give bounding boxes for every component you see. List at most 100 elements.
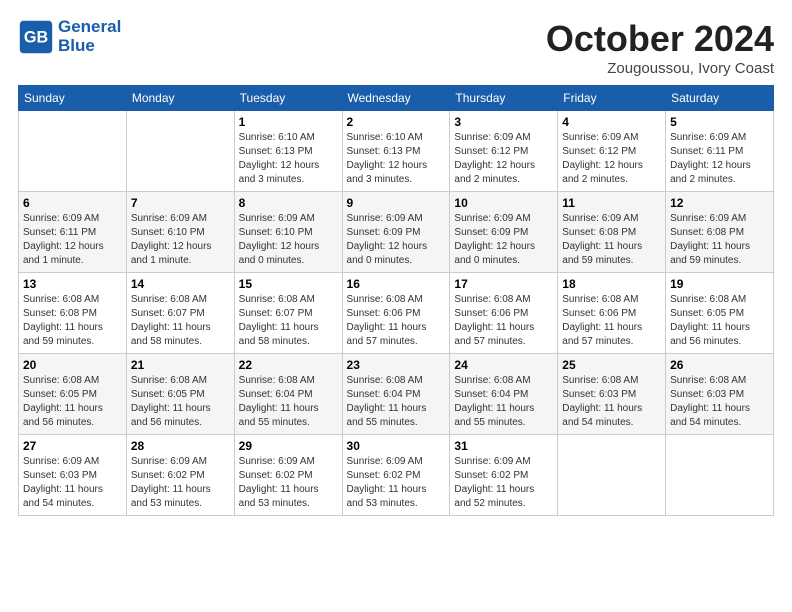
day-info: Sunrise: 6:08 AMSunset: 6:06 PMDaylight:… <box>562 293 661 349</box>
logo-line1: General <box>58 18 121 37</box>
day-number: 17 <box>454 277 553 291</box>
day-info: Sunrise: 6:09 AMSunset: 6:03 PMDaylight:… <box>23 455 122 511</box>
calendar-cell: 23 Sunrise: 6:08 AMSunset: 6:04 PMDayligh… <box>342 354 450 435</box>
calendar-cell: 8 Sunrise: 6:09 AMSunset: 6:10 PMDaylight… <box>234 192 342 273</box>
day-info: Sunrise: 6:09 AMSunset: 6:09 PMDaylight:… <box>454 212 553 268</box>
weekday-header-row: SundayMondayTuesdayWednesdayThursdayFrid… <box>19 86 774 111</box>
day-info: Sunrise: 6:09 AMSunset: 6:02 PMDaylight:… <box>131 455 230 511</box>
calendar-cell: 22 Sunrise: 6:08 AMSunset: 6:04 PMDayligh… <box>234 354 342 435</box>
day-info: Sunrise: 6:09 AMSunset: 6:02 PMDaylight:… <box>239 455 338 511</box>
calendar-cell <box>558 435 666 516</box>
day-info: Sunrise: 6:08 AMSunset: 6:03 PMDaylight:… <box>562 374 661 430</box>
logo-icon: GB <box>18 19 54 55</box>
day-info: Sunrise: 6:08 AMSunset: 6:04 PMDaylight:… <box>239 374 338 430</box>
calendar-cell: 14Sunrise: 6:08 AMSunset: 6:07 PMDayligh… <box>126 273 234 354</box>
day-number: 12 <box>670 196 769 210</box>
day-number: 15 <box>239 277 338 291</box>
day-number: 13 <box>23 277 122 291</box>
day-number: 1 <box>239 115 338 129</box>
day-info: Sunrise: 6:08 AMSunset: 6:05 PMDaylight:… <box>23 374 122 430</box>
calendar-cell <box>126 111 234 192</box>
calendar-cell: 26Sunrise: 6:08 AMSunset: 6:03 PMDayligh… <box>666 354 774 435</box>
calendar-cell: 27 Sunrise: 6:09 AMSunset: 6:03 PMDayligh… <box>19 435 127 516</box>
calendar-cell: 9 Sunrise: 6:09 AMSunset: 6:09 PMDaylight… <box>342 192 450 273</box>
day-info: Sunrise: 6:08 AMSunset: 6:07 PMDaylight:… <box>239 293 338 349</box>
calendar-cell: 16Sunrise: 6:08 AMSunset: 6:06 PMDayligh… <box>342 273 450 354</box>
day-number: 18 <box>562 277 661 291</box>
page: GB General Blue October 2024 Zougoussou,… <box>0 0 792 612</box>
day-info: Sunrise: 6:09 AMSunset: 6:08 PMDaylight:… <box>670 212 769 268</box>
calendar-cell <box>19 111 127 192</box>
calendar-cell: 18 Sunrise: 6:08 AMSunset: 6:06 PMDayligh… <box>558 273 666 354</box>
day-info: Sunrise: 6:09 AMSunset: 6:12 PMDaylight:… <box>562 131 661 187</box>
month-title: October 2024 <box>546 18 774 60</box>
title-section: October 2024 Zougoussou, Ivory Coast <box>546 18 774 77</box>
calendar: SundayMondayTuesdayWednesdayThursdayFrid… <box>18 85 774 516</box>
day-number: 28 <box>131 439 230 453</box>
day-number: 7 <box>131 196 230 210</box>
day-number: 31 <box>454 439 553 453</box>
calendar-cell: 25 Sunrise: 6:08 AMSunset: 6:03 PMDayligh… <box>558 354 666 435</box>
calendar-cell: 3Sunrise: 6:09 AMSunset: 6:12 PMDaylight… <box>450 111 558 192</box>
day-number: 23 <box>347 358 446 372</box>
week-row-2: 6 Sunrise: 6:09 AMSunset: 6:11 PMDaylight… <box>19 192 774 273</box>
day-info: Sunrise: 6:08 AMSunset: 6:05 PMDaylight:… <box>670 293 769 349</box>
calendar-cell: 6 Sunrise: 6:09 AMSunset: 6:11 PMDaylight… <box>19 192 127 273</box>
weekday-header-wednesday: Wednesday <box>342 86 450 111</box>
calendar-cell: 11Sunrise: 6:09 AMSunset: 6:08 PMDayligh… <box>558 192 666 273</box>
weekday-header-saturday: Saturday <box>666 86 774 111</box>
day-number: 2 <box>347 115 446 129</box>
weekday-header-tuesday: Tuesday <box>234 86 342 111</box>
day-number: 8 <box>239 196 338 210</box>
day-number: 14 <box>131 277 230 291</box>
day-info: Sunrise: 6:09 AMSunset: 6:10 PMDaylight:… <box>131 212 230 268</box>
week-row-1: 1 Sunrise: 6:10 AMSunset: 6:13 PMDaylight… <box>19 111 774 192</box>
day-info: Sunrise: 6:09 AMSunset: 6:09 PMDaylight:… <box>347 212 446 268</box>
calendar-cell: 24Sunrise: 6:08 AMSunset: 6:04 PMDayligh… <box>450 354 558 435</box>
weekday-header-thursday: Thursday <box>450 86 558 111</box>
calendar-cell: 7 Sunrise: 6:09 AMSunset: 6:10 PMDaylight… <box>126 192 234 273</box>
day-number: 9 <box>347 196 446 210</box>
calendar-cell: 5Sunrise: 6:09 AMSunset: 6:11 PMDaylight… <box>666 111 774 192</box>
day-number: 4 <box>562 115 661 129</box>
svg-text:GB: GB <box>24 28 48 46</box>
day-number: 19 <box>670 277 769 291</box>
day-info: Sunrise: 6:09 AMSunset: 6:02 PMDaylight:… <box>454 455 553 511</box>
day-number: 22 <box>239 358 338 372</box>
day-number: 25 <box>562 358 661 372</box>
calendar-cell: 2 Sunrise: 6:10 AMSunset: 6:13 PMDaylight… <box>342 111 450 192</box>
calendar-cell: 12 Sunrise: 6:09 AMSunset: 6:08 PMDayligh… <box>666 192 774 273</box>
day-number: 27 <box>23 439 122 453</box>
calendar-cell: 28 Sunrise: 6:09 AMSunset: 6:02 PMDayligh… <box>126 435 234 516</box>
calendar-cell: 17 Sunrise: 6:08 AMSunset: 6:06 PMDayligh… <box>450 273 558 354</box>
calendar-cell: 31 Sunrise: 6:09 AMSunset: 6:02 PMDayligh… <box>450 435 558 516</box>
day-number: 6 <box>23 196 122 210</box>
day-info: Sunrise: 6:08 AMSunset: 6:06 PMDaylight:… <box>454 293 553 349</box>
calendar-cell: 20Sunrise: 6:08 AMSunset: 6:05 PMDayligh… <box>19 354 127 435</box>
day-info: Sunrise: 6:09 AMSunset: 6:12 PMDaylight:… <box>454 131 553 187</box>
day-number: 21 <box>131 358 230 372</box>
week-row-3: 13 Sunrise: 6:08 AMSunset: 6:08 PMDayligh… <box>19 273 774 354</box>
day-info: Sunrise: 6:09 AMSunset: 6:02 PMDaylight:… <box>347 455 446 511</box>
day-number: 29 <box>239 439 338 453</box>
day-info: Sunrise: 6:08 AMSunset: 6:04 PMDaylight:… <box>454 374 553 430</box>
logo: GB General Blue <box>18 18 121 55</box>
day-info: Sunrise: 6:09 AMSunset: 6:10 PMDaylight:… <box>239 212 338 268</box>
day-info: Sunrise: 6:10 AMSunset: 6:13 PMDaylight:… <box>347 131 446 187</box>
weekday-header-sunday: Sunday <box>19 86 127 111</box>
day-info: Sunrise: 6:08 AMSunset: 6:04 PMDaylight:… <box>347 374 446 430</box>
week-row-4: 20Sunrise: 6:08 AMSunset: 6:05 PMDayligh… <box>19 354 774 435</box>
logo-text: General Blue <box>58 18 121 55</box>
calendar-cell: 1Sunrise: 6:10 AMSunset: 6:13 PMDaylight… <box>234 111 342 192</box>
calendar-cell: 29 Sunrise: 6:09 AMSunset: 6:02 PMDayligh… <box>234 435 342 516</box>
day-info: Sunrise: 6:09 AMSunset: 6:11 PMDaylight:… <box>23 212 122 268</box>
day-number: 11 <box>562 196 661 210</box>
location: Zougoussou, Ivory Coast <box>546 60 774 77</box>
day-info: Sunrise: 6:08 AMSunset: 6:08 PMDaylight:… <box>23 293 122 349</box>
calendar-cell: 4 Sunrise: 6:09 AMSunset: 6:12 PMDaylight… <box>558 111 666 192</box>
day-number: 26 <box>670 358 769 372</box>
calendar-cell: 19 Sunrise: 6:08 AMSunset: 6:05 PMDayligh… <box>666 273 774 354</box>
calendar-cell: 15 Sunrise: 6:08 AMSunset: 6:07 PMDayligh… <box>234 273 342 354</box>
calendar-cell: 21Sunrise: 6:08 AMSunset: 6:05 PMDayligh… <box>126 354 234 435</box>
header: GB General Blue October 2024 Zougoussou,… <box>18 18 774 77</box>
